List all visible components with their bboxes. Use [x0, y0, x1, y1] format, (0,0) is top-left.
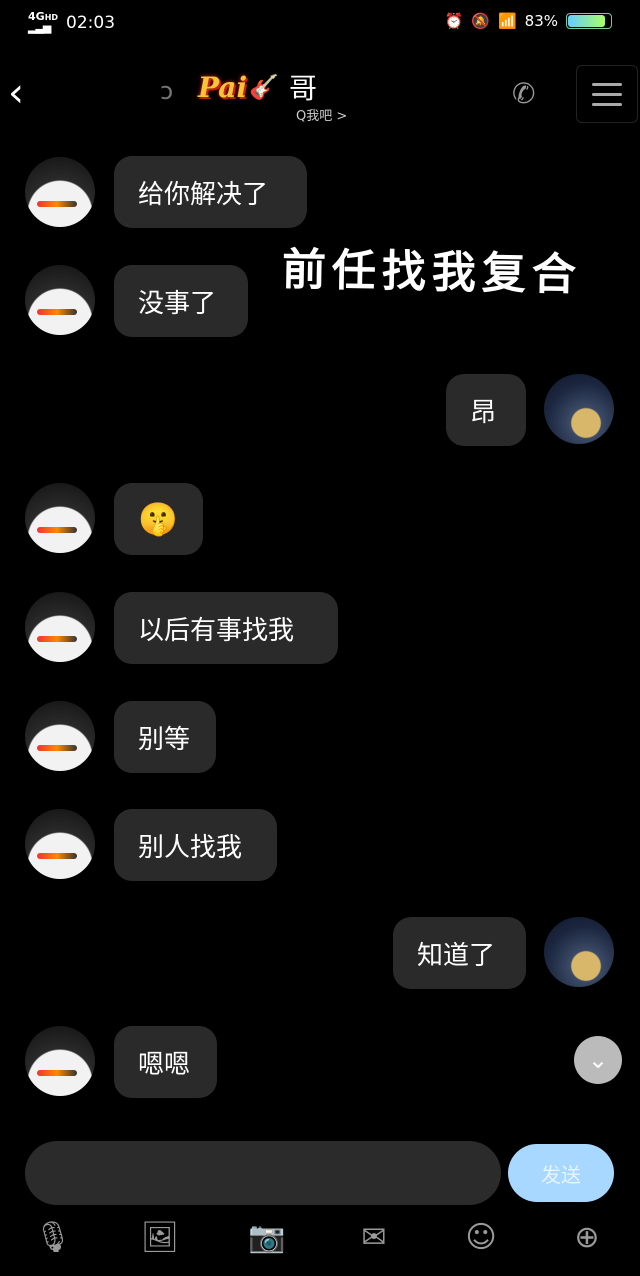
mute-bell-icon: 🔕 — [471, 12, 490, 30]
status-right: ⏰ 🔕 📶 83% — [445, 12, 612, 30]
plus-icon[interactable]: ⊕ — [567, 1220, 607, 1255]
status-bar: 4GHD ▂▃▅ 02:03 ⏰ 🔕 📶 83% — [0, 0, 640, 48]
contact-subtitle[interactable]: Q我吧 > — [296, 105, 347, 124]
message-bubble[interactable]: 嗯嗯 — [114, 1026, 217, 1098]
status-left: 4GHD ▂▃▅ 02:03 — [28, 10, 116, 34]
peer-avatar[interactable] — [25, 157, 95, 227]
network-indicator: 4GHD ▂▃▅ — [28, 10, 59, 34]
send-button[interactable]: 发送 — [508, 1144, 614, 1202]
contact-name: 哥 — [288, 72, 317, 105]
wifi-icon: 📶 — [497, 12, 517, 30]
peer-avatar[interactable] — [25, 265, 95, 335]
message-bubble[interactable]: 昂 — [446, 374, 526, 446]
peer-avatar[interactable] — [25, 1026, 95, 1096]
message-bubble[interactable]: 给你解决了 — [114, 156, 307, 228]
battery-fill — [568, 15, 605, 27]
message-bubble[interactable]: 知道了 — [393, 917, 526, 989]
vip-badge: Pai — [198, 70, 248, 104]
battery-percent: 83% — [524, 12, 558, 30]
ear-icon[interactable]: ↄ — [160, 77, 173, 105]
chevron-left-icon[interactable]: ‹ — [8, 73, 24, 113]
overlay-caption: 前任找我复合 — [281, 244, 583, 301]
scroll-down-button[interactable]: ⌄ — [574, 1036, 622, 1084]
message-bubble[interactable]: 别等 — [114, 701, 216, 773]
battery-icon — [566, 13, 612, 29]
message-bubble[interactable]: 以后有事找我 — [114, 592, 338, 664]
input-toolbar: 🎙 🖼 📷 ✉ ☺ ⊕ — [0, 1220, 640, 1260]
red-packet-icon[interactable]: ✉ — [354, 1220, 394, 1255]
peer-avatar[interactable] — [25, 483, 95, 553]
phone-icon[interactable]: ✆ — [512, 77, 535, 110]
image-icon[interactable]: 🖼 — [140, 1220, 180, 1255]
message-bubble[interactable]: 别人找我 — [114, 809, 277, 881]
message-bubble[interactable]: 🤫 — [114, 483, 203, 555]
peer-avatar[interactable] — [25, 809, 95, 879]
contact-title[interactable]: Pai 🎸 哥 — [198, 67, 317, 107]
emoji-icon[interactable]: ☺ — [461, 1220, 501, 1255]
message-input[interactable] — [25, 1141, 501, 1205]
self-avatar[interactable] — [544, 374, 614, 444]
microphone-icon[interactable]: 🎙 — [33, 1220, 73, 1255]
message-bubble[interactable]: 没事了 — [114, 265, 248, 337]
chat-header: ‹ ↄ Pai 🎸 哥 Q我吧 > ✆ — [0, 55, 640, 135]
chevron-down-icon: ⌄ — [587, 1046, 609, 1074]
guitar-icon: 🎸 — [249, 73, 279, 101]
clock: 02:03 — [66, 12, 116, 33]
camera-icon[interactable]: 📷 — [247, 1220, 287, 1255]
peer-avatar[interactable] — [25, 592, 95, 662]
menu-button[interactable] — [576, 65, 638, 123]
alarm-icon: ⏰ — [444, 12, 464, 30]
peer-avatar[interactable] — [25, 701, 95, 771]
self-avatar[interactable] — [544, 917, 614, 987]
